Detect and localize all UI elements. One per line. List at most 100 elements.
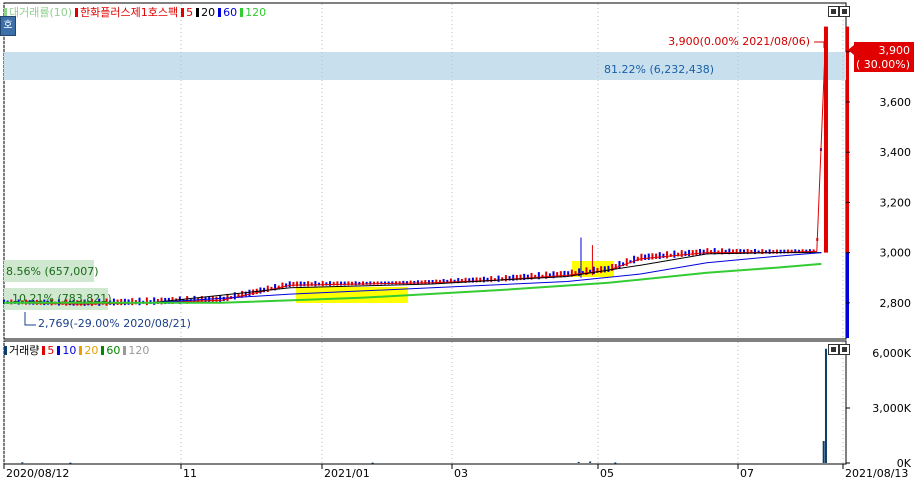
volume-pane-close-button[interactable] (839, 344, 850, 355)
legend-label: 60 (106, 344, 121, 357)
candle (490, 276, 493, 283)
candle (662, 253, 665, 258)
legend-label: 10 (62, 344, 77, 357)
legend-entry: 5 (181, 6, 193, 20)
price-pane-close-button[interactable] (839, 6, 850, 17)
candle (299, 281, 302, 287)
low-marker-label: 2,769(-29.00% 2020/08/21) (38, 317, 191, 330)
legend-entry: 5 (42, 344, 54, 358)
legend-label: 거래량 (9, 344, 40, 357)
legend-swatch (218, 8, 222, 17)
volume-bar (69, 462, 72, 464)
legend-entry: 거래량 (4, 344, 39, 358)
price-y-tick-label: 3,600 (880, 96, 912, 109)
legend-entry: 한화플러스제1호스팩 (75, 6, 178, 20)
volume-bar (822, 441, 825, 463)
candle (321, 281, 324, 287)
candle (336, 281, 339, 286)
legend-label: 120 (128, 344, 150, 357)
legend-label: 120 (245, 6, 267, 19)
legend-swatch (240, 8, 244, 17)
legend-swatch (42, 346, 46, 355)
legend-swatch (196, 8, 200, 17)
legend-label: 20 (201, 6, 216, 19)
candle (651, 253, 654, 260)
legend-entry: 60 (101, 344, 120, 358)
price-y-tick-label: 2,800 (880, 297, 912, 310)
candle (644, 254, 647, 261)
price-y-tick-label: 3,400 (880, 146, 912, 159)
candle (354, 281, 357, 286)
volume-bar (21, 462, 24, 464)
candle (504, 275, 507, 282)
x-tick-label: 05 (600, 467, 614, 480)
candle (307, 281, 310, 287)
candle (768, 249, 771, 254)
candle (215, 296, 218, 303)
volume-bar (577, 461, 580, 463)
candle (145, 297, 148, 306)
candle (497, 275, 500, 282)
legend-entry: 20 (196, 6, 215, 20)
volume-pane-maximize-button[interactable] (828, 344, 839, 355)
candle (695, 249, 698, 256)
candle (655, 253, 658, 259)
candle (640, 253, 643, 261)
price-axis-marker-up (846, 26, 849, 253)
candle (482, 276, 485, 283)
chart-canvas: 3,8003,6003,4003,2003,0002,8006,000K3,00… (0, 0, 915, 481)
candle (603, 266, 606, 273)
x-tick-label: 11 (183, 467, 197, 480)
legend-label: 20 (84, 344, 99, 357)
volume-bar (589, 461, 592, 463)
price-y-tick-label: 3,200 (880, 196, 912, 209)
candle (347, 281, 350, 286)
candle (666, 251, 669, 259)
volume-legend: 거래량 5 10 20 60 120 (4, 344, 152, 358)
candle (699, 248, 702, 255)
candle (303, 281, 306, 287)
volume-y-tick-label: 6,000K (872, 347, 911, 360)
candle (691, 250, 694, 256)
candle (658, 252, 661, 260)
price-badge-value: 3,900 (879, 44, 911, 57)
x-tick-label: 2021/01 (324, 467, 370, 480)
candle (633, 255, 636, 264)
candle (600, 266, 603, 274)
volume-y-tick-label: 3,000K (872, 402, 911, 415)
band-top-label: 81.22% (6,232,438) (604, 63, 714, 76)
price-badge-change: ( 30.00%) (856, 58, 910, 71)
last-price-label: 3,900(0.00% 2021/08/06) (668, 35, 810, 48)
volume-bar (614, 462, 617, 464)
x-tick-label: 2021/08/13 (845, 467, 908, 480)
legend-label: 60 (223, 6, 238, 19)
price-band (4, 52, 846, 80)
legend-swatch (75, 8, 79, 17)
x-tick-label: 07 (740, 467, 754, 480)
legend-label: 대거래률(10) (9, 6, 73, 19)
candle (618, 260, 621, 269)
volume-bar (824, 348, 827, 463)
legend-label: 한화플러스제1호스팩 (80, 6, 179, 19)
legend-swatch (57, 346, 61, 355)
mode-toggle-button[interactable]: 호 (0, 16, 16, 36)
candle (138, 297, 141, 306)
band-low-label: 10.21% (783,821) (12, 292, 112, 305)
candle (688, 249, 691, 257)
legend-swatch (79, 346, 83, 355)
legend-entry: 120 (123, 344, 149, 358)
candle (512, 274, 515, 281)
candle (281, 282, 284, 289)
price-y-tick-label: 3,000 (880, 247, 912, 260)
price-pane-maximize-button[interactable] (828, 6, 839, 17)
candle (680, 250, 683, 257)
legend-swatch (4, 346, 7, 355)
candle (266, 285, 269, 293)
legend-entry: 10 (57, 344, 76, 358)
volume-bar (371, 462, 374, 464)
candle (647, 253, 650, 260)
legend-entry: 60 (218, 6, 237, 20)
candle (314, 281, 317, 287)
candle (607, 265, 610, 272)
candle (625, 258, 628, 266)
